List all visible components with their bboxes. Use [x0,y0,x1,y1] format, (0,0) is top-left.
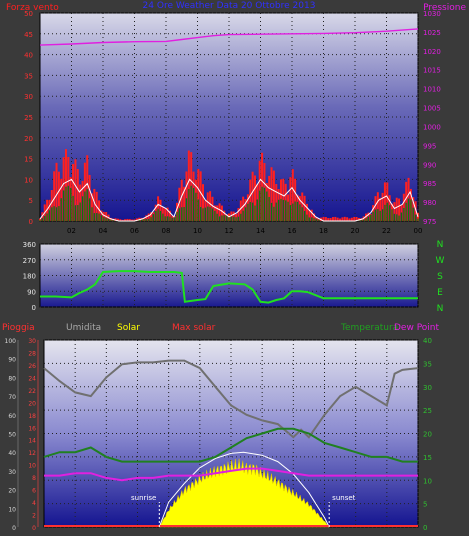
rain-y-tick: 24 [28,375,36,382]
rain-y-tick: 2 [32,513,36,520]
rain-y-tick: 26 [28,363,36,370]
temperature-y-tick: 20 [423,431,432,439]
humidity-y-tick: 70 [8,394,16,401]
compass-label: N [437,304,444,314]
legend-umidita: Umidita [66,323,101,333]
hour-tick: 08 [162,227,171,235]
rain-y-tick: 18 [28,413,36,420]
legend-temperatura: Temperatura [340,323,398,333]
temperature-y-tick: 0 [423,524,427,532]
hour-tick: 02 [67,227,76,235]
pressure-y-tick: 980 [423,199,436,207]
sunset-label: sunset [332,494,355,502]
compass-label: N [437,240,444,250]
pressure-y-tick: 1025 [423,29,441,37]
weather-charts: 0510152025303540455097598098599099510001… [2,1,466,532]
rain-y-tick: 8 [32,475,36,482]
pressure-y-tick: 1010 [423,86,441,94]
pressure-y-tick: 1000 [423,123,441,131]
compass-label: W [436,256,445,266]
humidity-y-tick: 80 [8,375,16,382]
temperature-y-tick: 40 [423,337,432,345]
direction-y-tick: 360 [23,241,36,249]
hour-tick: 14 [256,227,265,235]
wind-axis-label: Forza vento [6,3,59,13]
rain-y-tick: 12 [28,450,36,457]
wind-y-tick: 15 [24,156,33,164]
hour-tick: 04 [99,227,108,235]
wind-y-tick: 45 [24,31,33,39]
humidity-y-tick: 50 [8,432,16,439]
temperature-y-tick: 25 [423,407,432,415]
humidity-y-tick: 20 [8,488,16,495]
hour-tick: 10 [193,227,202,235]
wind-y-tick: 35 [24,72,33,80]
pressure-axis-label: Pressione [423,3,466,13]
temperature-y-tick: 10 [423,477,432,485]
rain-y-tick: 20 [28,400,36,407]
rain-y-tick: 4 [32,500,36,507]
compass-label: S [437,272,443,282]
humidity-y-tick: 90 [8,357,16,364]
pressure-y-tick: 1015 [423,67,441,75]
rain-y-tick: 16 [28,425,36,432]
temperature-y-tick: 5 [423,501,427,509]
rain-y-tick: 30 [28,338,36,345]
pressure-y-tick: 990 [423,161,436,169]
pressure-y-tick: 975 [423,218,436,226]
weather-dashboard: 0 5 10 15 20 25 30 35 40 45 50 975 980 985 990 995 1000 1… [0,0,469,532]
wind-y-tick: 5 [29,197,33,205]
humidity-y-tick: 60 [8,413,16,420]
hour-tick: 16 [288,227,297,235]
legend-dew-point: Dew Point [394,323,440,333]
hour-tick: 18 [319,227,328,235]
direction-y-tick: 90 [27,288,36,296]
rain-y-tick: 6 [32,488,36,495]
legend-max-solar: Max solar [172,323,216,333]
hour-tick: 22 [382,227,391,235]
compass-label: E [437,288,443,298]
rain-y-tick: 14 [28,438,36,445]
wind-y-tick: 30 [24,93,33,101]
legend-solar: Solar [117,323,140,333]
hour-tick: 06 [130,227,139,235]
humidity-y-tick: 40 [8,450,16,457]
direction-y-tick: 180 [23,273,36,281]
temperature-y-tick: 35 [423,360,432,368]
humidity-y-tick: 10 [8,506,16,513]
wind-y-tick: 25 [24,114,33,122]
pressure-y-tick: 1005 [423,105,441,113]
pressure-y-tick: 985 [423,180,436,188]
sunrise-label: sunrise [131,494,156,502]
temperature-y-tick: 30 [423,384,432,392]
wind-y-tick: 10 [24,176,33,184]
wind-y-tick: 0 [29,218,33,226]
humidity-y-tick: 30 [8,469,16,476]
rain-y-tick: 28 [28,350,36,357]
wind-y-tick: 20 [24,135,33,143]
temperature-y-tick: 15 [423,454,432,462]
rain-y-tick: 0 [32,525,36,532]
rain-y-tick: 10 [28,463,36,470]
hour-tick: 12 [225,227,234,235]
direction-y-tick: 0 [32,304,36,312]
humidity-y-tick: 100 [5,338,17,345]
rain-y-tick: 22 [28,388,36,395]
chart-title: 24 Ore Weather Data 20 Ottobre 2013 [143,1,316,11]
wind-y-tick: 40 [24,52,33,60]
pressure-y-tick: 995 [423,142,436,150]
legend-pioggia: Pioggia [2,323,35,333]
pressure-y-tick: 1020 [423,48,441,56]
direction-y-tick: 270 [23,257,36,265]
hour-tick: 00 [414,227,423,235]
hour-tick: 20 [351,227,360,235]
humidity-y-tick: 0 [12,525,16,532]
